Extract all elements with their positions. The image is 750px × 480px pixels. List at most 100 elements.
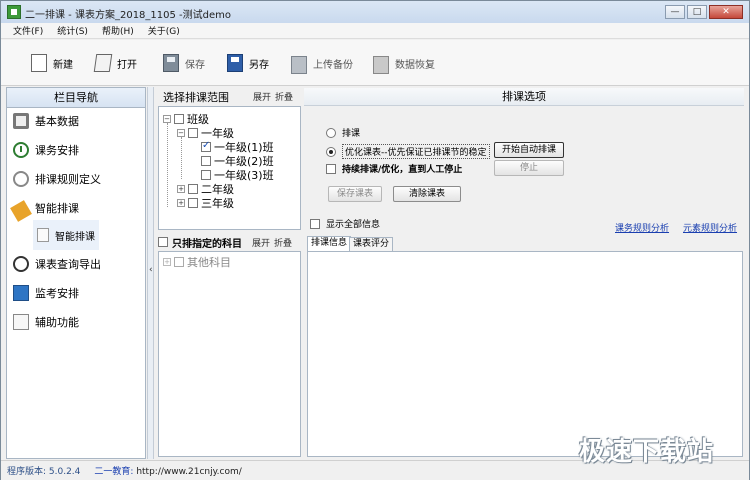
app-window: 二一排课 - 课表方案_2018_1105 -测试demo — □ ✕ 文件(F… <box>0 0 750 480</box>
app-logo-icon <box>7 5 21 19</box>
sidebar-subitem-label: 智能排课 <box>55 231 95 243</box>
document-icon <box>37 228 49 242</box>
sidebar-item-rule-definition[interactable]: 排课规则定义 <box>7 168 145 190</box>
tree-checkbox[interactable] <box>188 198 198 208</box>
optimize-radio-label: 优化课表--优先保证已排课节的稳定 <box>342 144 490 159</box>
tab-schedule-info[interactable]: 排课信息 <box>307 236 352 251</box>
collapse-toggle-icon[interactable]: − <box>163 115 171 123</box>
subject-tree: + 其他科目 <box>158 251 301 457</box>
element-rule-analysis-link[interactable]: 元素规则分析 <box>683 221 737 234</box>
tree-checkbox[interactable] <box>188 128 198 138</box>
clear-schedule-button[interactable]: 清除课表 <box>393 186 461 202</box>
continuous-row[interactable]: 持续排课/优化，直到人工停止 <box>326 162 462 175</box>
show-all-checkbox[interactable] <box>310 218 320 229</box>
subject-expand-button[interactable]: 展开 <box>252 236 270 249</box>
sidebar-subitem-smart-scheduling[interactable]: 智能排课 <box>33 220 99 250</box>
maximize-button[interactable]: □ <box>687 5 707 19</box>
new-button[interactable]: 新建 <box>31 53 73 73</box>
save-schedule-button[interactable]: 保存课表 <box>328 186 382 202</box>
menu-help[interactable]: 帮助(H) <box>102 24 134 37</box>
rule-definition-icon <box>13 171 29 187</box>
subject-panel-header: 只排指定的科目 展开 折叠 <box>158 233 301 251</box>
sidebar-item-auxiliary[interactable]: 辅助功能 <box>7 311 145 333</box>
chevron-left-icon: ‹ <box>149 265 153 275</box>
sidebar-item-basic-data[interactable]: 基本数据 <box>7 110 145 132</box>
data-restore-button[interactable]: 数据恢复 <box>373 53 435 74</box>
course-arrangement-icon <box>13 142 29 158</box>
range-expand-button[interactable]: 展开 <box>253 89 271 107</box>
tab-content-area <box>307 251 743 457</box>
new-file-icon <box>31 54 47 72</box>
basic-data-icon <box>13 113 29 129</box>
minimize-button[interactable]: — <box>665 5 685 19</box>
only-subject-label: 只排指定的科目 <box>172 238 242 250</box>
schedule-radio-row[interactable]: 排课 <box>326 126 360 139</box>
task-rule-analysis-link[interactable]: 课务规则分析 <box>615 221 669 234</box>
upload-backup-label: 上传备份 <box>313 59 353 71</box>
menu-stats[interactable]: 统计(S) <box>57 24 88 37</box>
sidebar-item-label: 辅助功能 <box>35 316 79 329</box>
subject-collapse-button[interactable]: 折叠 <box>274 236 292 249</box>
open-button[interactable]: 打开 <box>93 53 137 73</box>
toolbar: 新建 打开 保存 另存 上传备份 数据恢复 <box>1 40 749 86</box>
continuous-checkbox[interactable] <box>326 163 336 174</box>
data-restore-icon <box>373 56 389 74</box>
save-button[interactable]: 保存 <box>163 53 205 73</box>
nav-header: 栏目导航 <box>7 88 145 108</box>
tree-node-label: 其他科目 <box>187 256 231 269</box>
optimize-radio-row[interactable]: 优化课表--优先保证已排课节的稳定 <box>326 144 490 159</box>
continuous-label: 持续排课/优化，直到人工停止 <box>342 165 463 175</box>
sidebar-nav: 栏目导航 基本数据 课务安排 排课规则定义 智能排课 智能排课 课表查询导出 监… <box>6 87 146 459</box>
save-as-button[interactable]: 另存 <box>227 53 269 73</box>
tree-checkbox[interactable] <box>188 184 198 194</box>
stop-button[interactable]: 停止 <box>494 160 564 176</box>
sidebar-item-course-arrangement[interactable]: 课务安排 <box>7 139 145 161</box>
close-button[interactable]: ✕ <box>709 5 743 19</box>
show-all-row[interactable]: 显示全部信息 <box>310 217 380 230</box>
menu-about[interactable]: 关于(G) <box>148 24 180 37</box>
save-as-button-label: 另存 <box>249 59 269 71</box>
window-controls: — □ ✕ <box>665 5 743 19</box>
sidebar-item-label: 课表查询导出 <box>35 258 101 271</box>
range-panel-title: 选择排课范围 <box>163 91 229 104</box>
schedule-radio-label: 排课 <box>342 129 361 139</box>
expand-toggle-icon[interactable]: + <box>163 258 171 266</box>
sidebar-item-exam-monitor[interactable]: 监考安排 <box>7 282 145 304</box>
menu-bar: 文件(F) 统计(S) 帮助(H) 关于(G) <box>1 23 749 39</box>
collapse-toggle-icon[interactable]: − <box>177 129 185 137</box>
new-button-label: 新建 <box>53 59 73 71</box>
range-collapse-button[interactable]: 折叠 <box>275 89 293 107</box>
only-subject-checkbox[interactable] <box>158 237 168 247</box>
menu-file[interactable]: 文件(F) <box>13 24 43 37</box>
tree-node-grade3[interactable]: + 三年级 <box>177 195 234 211</box>
tree-checkbox[interactable] <box>174 114 184 124</box>
smart-scheduling-icon <box>10 200 32 222</box>
optimize-radio[interactable] <box>326 146 336 157</box>
tree-checkbox[interactable] <box>201 140 211 152</box>
upload-backup-button[interactable]: 上传备份 <box>291 53 353 74</box>
tree-node-other-subjects[interactable]: + 其他科目 <box>163 254 231 270</box>
tab-schedule-score[interactable]: 课表评分 <box>349 237 394 251</box>
status-edu-label: 二一教育: <box>94 467 134 477</box>
tree-checkbox[interactable] <box>201 156 211 166</box>
tree-checkbox[interactable] <box>201 170 211 180</box>
sidebar-collapse-bar[interactable]: ‹ <box>147 87 154 459</box>
status-url-link[interactable]: http://www.21cnjy.com/ <box>136 467 241 477</box>
show-all-label: 显示全部信息 <box>326 220 381 230</box>
sidebar-item-schedule-query[interactable]: 课表查询导出 <box>7 253 145 275</box>
tree-checkbox[interactable] <box>174 257 184 267</box>
sidebar-item-label: 课务安排 <box>35 144 79 157</box>
save-icon <box>163 54 179 72</box>
class-tree: − 班级 − 一年级 一年级(1)班 一年级(2)班 一年级(3)班 + 二年级… <box>158 106 301 230</box>
start-auto-schedule-button[interactable]: 开始自动排课 <box>494 142 564 158</box>
title-bar: 二一排课 - 课表方案_2018_1105 -测试demo — □ ✕ <box>1 1 749 23</box>
auxiliary-icon <box>13 314 29 330</box>
expand-toggle-icon[interactable]: + <box>177 199 185 207</box>
open-button-label: 打开 <box>117 59 137 71</box>
sidebar-item-smart-scheduling[interactable]: 智能排课 <box>7 197 145 222</box>
expand-toggle-icon[interactable]: + <box>177 185 185 193</box>
schedule-radio[interactable] <box>326 127 336 138</box>
status-version: 程序版本: 5.0.2.4 <box>7 467 81 477</box>
save-button-label: 保存 <box>185 59 205 71</box>
sidebar-item-label: 智能排课 <box>35 202 79 215</box>
